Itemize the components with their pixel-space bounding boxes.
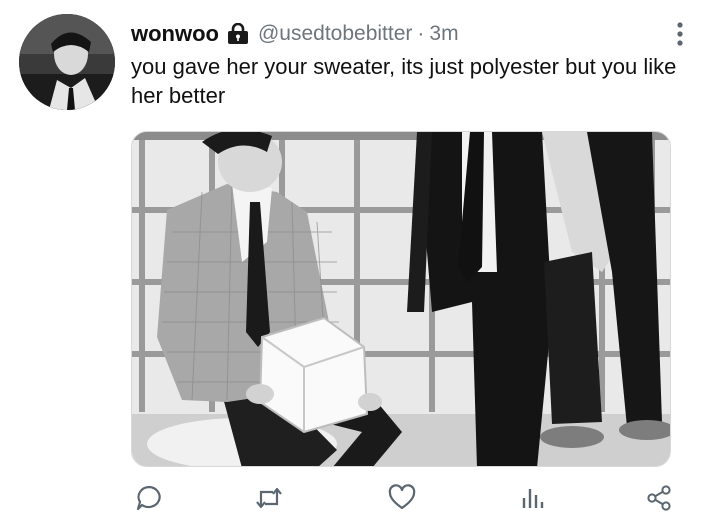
display-name[interactable]: wonwoo [131, 21, 219, 47]
separator-dot: · [417, 22, 425, 45]
more-vertical-icon[interactable] [668, 18, 692, 50]
tweet-text: you gave her your sweater, its just poly… [131, 54, 677, 108]
tweet-media-image[interactable] [131, 131, 671, 467]
tweet-card: wonwoo @usedtobebitter · 3m you gave her… [0, 0, 720, 521]
lock-icon [227, 22, 249, 45]
user-handle[interactable]: @usedtobebitter [258, 22, 412, 46]
tweet-actions [0, 476, 720, 520]
comment-icon[interactable] [133, 482, 165, 514]
tweet-header: wonwoo @usedtobebitter · 3m [131, 19, 459, 49]
bar-chart-icon[interactable] [516, 482, 548, 514]
heart-icon[interactable] [386, 482, 418, 514]
avatar[interactable] [19, 14, 115, 110]
timestamp[interactable]: 3m [429, 22, 458, 46]
retweet-icon[interactable] [253, 482, 285, 514]
share-icon[interactable] [643, 482, 675, 514]
